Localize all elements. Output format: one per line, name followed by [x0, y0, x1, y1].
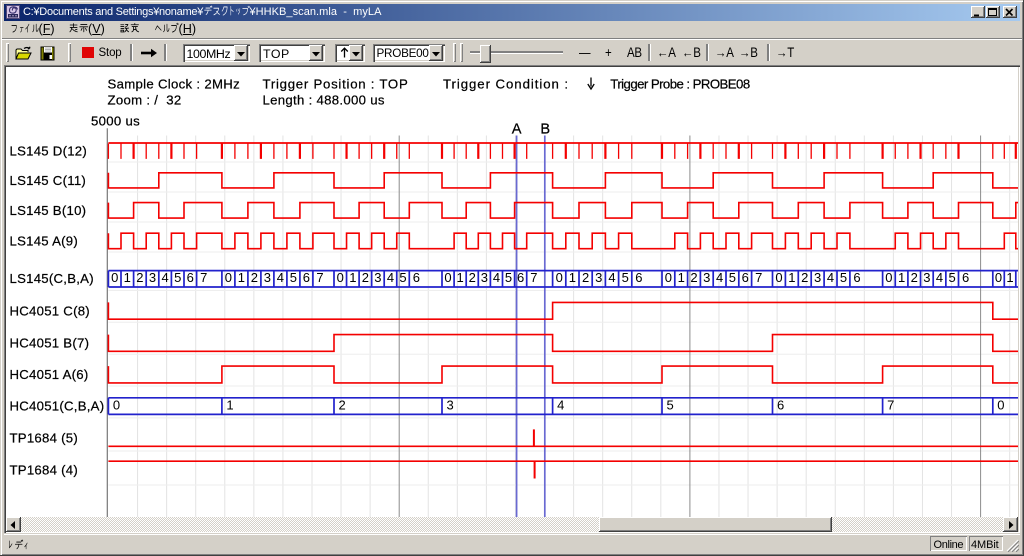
svg-text:4: 4: [493, 270, 500, 285]
svg-text:1: 1: [226, 397, 233, 412]
svg-text:2: 2: [362, 270, 369, 285]
svg-text:3: 3: [595, 270, 602, 285]
svg-text:1: 1: [238, 270, 245, 285]
svg-text:1: 1: [124, 270, 131, 285]
svg-text:7: 7: [200, 270, 207, 285]
svg-text:7: 7: [530, 270, 537, 285]
svg-text:2: 2: [690, 270, 697, 285]
svg-text:B: B: [540, 121, 550, 137]
svg-text:5: 5: [505, 270, 512, 285]
svg-text:LS145 D(12): LS145 D(12): [10, 144, 88, 159]
svg-text:LS145(C,B,A): LS145(C,B,A): [10, 271, 94, 286]
svg-text:4: 4: [716, 270, 723, 285]
svg-text:TP1684 (5): TP1684 (5): [10, 431, 78, 446]
svg-text:2: 2: [136, 270, 143, 285]
svg-text:3: 3: [149, 270, 156, 285]
svg-text:0: 0: [775, 270, 782, 285]
svg-text:6: 6: [413, 270, 420, 285]
svg-text:5: 5: [290, 270, 297, 285]
svg-text:A: A: [512, 121, 522, 137]
svg-text:0: 0: [665, 270, 672, 285]
svg-text:6: 6: [742, 270, 749, 285]
svg-text:7: 7: [755, 270, 762, 285]
svg-text:1: 1: [457, 270, 464, 285]
svg-text:6: 6: [517, 270, 524, 285]
svg-text:1: 1: [349, 270, 356, 285]
svg-text:5000 us: 5000 us: [91, 114, 140, 129]
svg-text:4: 4: [608, 270, 615, 285]
svg-text:5: 5: [840, 270, 847, 285]
svg-text:3: 3: [447, 397, 454, 412]
svg-text:Trigger Probe : PROBE08: Trigger Probe : PROBE08: [610, 77, 750, 92]
svg-text:0: 0: [113, 397, 120, 412]
svg-text:2: 2: [911, 270, 918, 285]
svg-text:6: 6: [635, 270, 642, 285]
svg-text:5: 5: [399, 270, 406, 285]
svg-text:LS145 B(10): LS145 B(10): [10, 203, 87, 218]
svg-text:6: 6: [962, 270, 969, 285]
svg-text:0: 0: [111, 270, 118, 285]
svg-text:7: 7: [316, 270, 323, 285]
svg-text:6: 6: [777, 397, 784, 412]
svg-text:Trigger Position : TOP: Trigger Position : TOP: [263, 77, 409, 92]
svg-text:6: 6: [187, 270, 194, 285]
svg-text:0: 0: [885, 270, 892, 285]
svg-text:Length : 488.000 us: Length : 488.000 us: [263, 93, 385, 108]
svg-text:2: 2: [582, 270, 589, 285]
svg-text:Zoom : / 32: Zoom : / 32: [108, 93, 182, 108]
svg-text:4: 4: [387, 270, 394, 285]
svg-text:4: 4: [161, 270, 168, 285]
svg-text:LS145 C(11): LS145 C(11): [10, 173, 87, 188]
svg-text:3: 3: [374, 270, 381, 285]
svg-text:3: 3: [923, 270, 930, 285]
svg-text:3: 3: [703, 270, 710, 285]
svg-text:5: 5: [667, 397, 674, 412]
svg-text:5: 5: [622, 270, 629, 285]
svg-text:3: 3: [264, 270, 271, 285]
svg-text:5: 5: [729, 270, 736, 285]
svg-text:1: 1: [678, 270, 685, 285]
svg-text:Trigger Condition :: Trigger Condition :: [443, 77, 569, 92]
svg-text:HC4051(C,B,A): HC4051(C,B,A): [10, 399, 105, 414]
svg-text:1: 1: [1006, 270, 1013, 285]
svg-text:2: 2: [339, 397, 346, 412]
svg-text:1: 1: [788, 270, 795, 285]
svg-text:0: 0: [556, 270, 563, 285]
svg-text:0: 0: [444, 270, 451, 285]
svg-text:1: 1: [569, 270, 576, 285]
svg-text:4: 4: [557, 397, 564, 412]
svg-text:0: 0: [997, 397, 1004, 412]
svg-text:HC4051 A(6): HC4051 A(6): [10, 367, 89, 382]
svg-text:4: 4: [827, 270, 834, 285]
svg-text:2: 2: [801, 270, 808, 285]
svg-text:2: 2: [251, 270, 258, 285]
svg-text:4: 4: [277, 270, 284, 285]
svg-text:0: 0: [225, 270, 232, 285]
svg-text:Sample Clock : 2MHz: Sample Clock : 2MHz: [108, 77, 240, 92]
svg-text:3: 3: [481, 270, 488, 285]
svg-text:HC4051 C(8): HC4051 C(8): [10, 304, 90, 319]
svg-text:HC4051 B(7): HC4051 B(7): [10, 336, 90, 351]
svg-text:TP1684 (4): TP1684 (4): [10, 463, 78, 478]
svg-text:LS145 A(9): LS145 A(9): [10, 234, 78, 249]
svg-text:7: 7: [887, 397, 894, 412]
svg-text:4: 4: [936, 270, 943, 285]
svg-text:5: 5: [174, 270, 181, 285]
svg-text:6: 6: [853, 270, 860, 285]
svg-text:2: 2: [469, 270, 476, 285]
svg-text:6: 6: [303, 270, 310, 285]
svg-text:0: 0: [337, 270, 344, 285]
svg-text:0: 0: [995, 270, 1002, 285]
svg-text:1: 1: [898, 270, 905, 285]
svg-text:5: 5: [949, 270, 956, 285]
svg-text:3: 3: [814, 270, 821, 285]
